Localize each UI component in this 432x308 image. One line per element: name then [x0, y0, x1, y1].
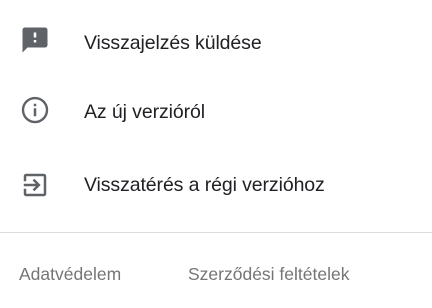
feedback-icon [20, 25, 50, 55]
terms-link[interactable]: Szerződési feltételek [188, 262, 349, 286]
menu-item-label: Visszatérés a régi verzióhoz [84, 174, 325, 196]
info-icon [20, 95, 50, 125]
exit-to-app-icon [20, 170, 50, 200]
menu-item-about-new-version[interactable]: Az új verzióról [0, 76, 432, 148]
privacy-link[interactable]: Adatvédelem [19, 262, 121, 286]
menu-divider [0, 232, 432, 233]
menu-item-send-feedback[interactable]: Visszajelzés küldése [0, 4, 432, 76]
menu-item-label: Az új verzióról [84, 101, 205, 123]
menu-item-revert-to-classic[interactable]: Visszatérés a régi verzióhoz [0, 148, 432, 220]
menu-item-label: Visszajelzés küldése [84, 32, 262, 54]
footer-links: Adatvédelem Szerződési feltételek [0, 262, 432, 290]
